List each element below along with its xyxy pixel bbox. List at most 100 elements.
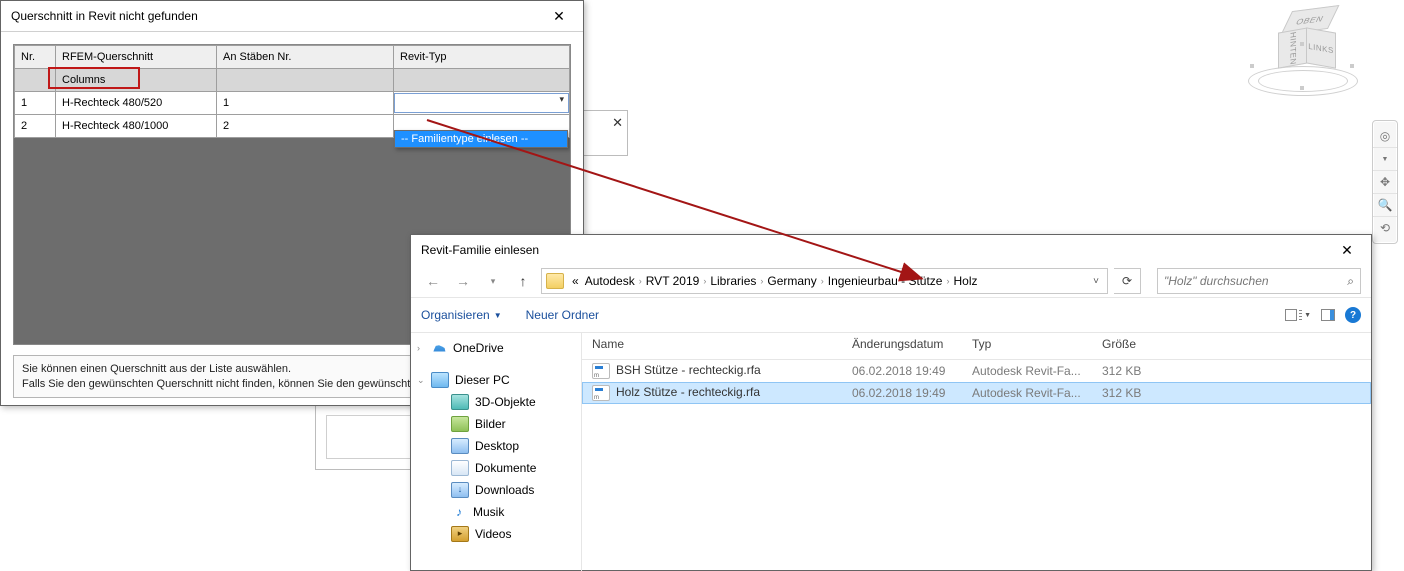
expand-icon[interactable]: ›	[417, 343, 420, 353]
steering-wheel-icon[interactable]: ◎	[1373, 125, 1397, 148]
music-icon: ♪	[451, 505, 467, 519]
viewport-toolbar: ◎ ▼ ✥ 🔍 ⟲	[1372, 120, 1398, 244]
tree-item-desktop[interactable]: Desktop	[411, 435, 581, 457]
view-mode-button[interactable]: ▼	[1285, 309, 1311, 321]
col-header-nr[interactable]: Nr.	[15, 46, 56, 69]
revit-type-select[interactable]: ▾	[394, 93, 569, 113]
tree-item-pictures[interactable]: Bilder	[411, 413, 581, 435]
tree-label: Musik	[473, 505, 504, 519]
pc-icon	[431, 372, 449, 388]
breadcrumb[interactable]: RVT 2019	[644, 274, 702, 288]
rfa-file-icon	[592, 363, 610, 379]
tree-label: Videos	[475, 527, 511, 541]
tree-item-this-pc[interactable]: ⌄ Dieser PC	[411, 369, 581, 391]
cell-nr: 2	[15, 115, 56, 138]
toolbar-chevron-icon[interactable]: ▼	[1373, 148, 1397, 171]
col-header-stab[interactable]: An Stäben Nr.	[217, 46, 394, 69]
search-input[interactable]: "Holz" durchsuchen ⌕	[1157, 268, 1361, 294]
folder-icon	[546, 273, 564, 289]
onedrive-icon	[431, 341, 447, 355]
chevron-right-icon[interactable]: ›	[703, 276, 706, 286]
breadcrumb[interactable]: «	[570, 274, 581, 288]
tree-item-onedrive[interactable]: › OneDrive	[411, 337, 581, 359]
viewcube[interactable]: OBEN HINTEN LINKS	[1248, 6, 1358, 96]
tree-item-downloads[interactable]: Downloads	[411, 479, 581, 501]
col-header-name[interactable]: Name	[582, 333, 842, 359]
address-dropdown-icon[interactable]: ˅	[1093, 276, 1103, 287]
tree-item-videos[interactable]: Videos	[411, 523, 581, 545]
orbit-icon[interactable]: ⟲	[1373, 217, 1397, 239]
tree-label: Dokumente	[475, 461, 536, 475]
chevron-right-icon[interactable]: ›	[639, 276, 642, 286]
revit-type-dropdown: -- Familientype einlesen --	[394, 130, 568, 148]
refresh-button[interactable]: ⟳	[1114, 268, 1141, 294]
chevron-down-icon: ▾	[559, 94, 568, 105]
viewcube-top[interactable]: OBEN	[1281, 5, 1340, 35]
col-header-size[interactable]: Größe	[1092, 333, 1182, 359]
desktop-icon	[451, 438, 469, 454]
tree-label: Desktop	[475, 439, 519, 453]
close-icon[interactable]: ✕	[612, 115, 623, 131]
file-date: 06.02.2018 19:49	[842, 360, 962, 382]
nav-back-button[interactable]: ←	[421, 269, 445, 293]
col-header-revit[interactable]: Revit-Typ	[394, 46, 570, 69]
tree-item-documents[interactable]: Dokumente	[411, 457, 581, 479]
breadcrumb[interactable]: Autodesk	[583, 274, 637, 288]
breadcrumb[interactable]: Ingenieurbau - Stütze	[826, 274, 945, 288]
viewcube-front[interactable]: HINTEN	[1278, 27, 1308, 68]
video-icon	[451, 526, 469, 542]
search-icon[interactable]: ⌕	[1347, 274, 1354, 289]
tree-label: Bilder	[475, 417, 506, 431]
col-header-rfem[interactable]: RFEM-Querschnitt	[56, 46, 217, 69]
chevron-right-icon[interactable]: ›	[821, 276, 824, 286]
file-row[interactable]: BSH Stütze - rechteckig.rfa 06.02.2018 1…	[582, 360, 1371, 382]
chevron-right-icon[interactable]: ›	[946, 276, 949, 286]
tree-item-3d-objects[interactable]: 3D-Objekte	[411, 391, 581, 413]
table-row[interactable]: 1 H-Rechteck 480/520 1 ▾	[15, 92, 570, 115]
organize-menu[interactable]: Organisieren▼	[421, 308, 502, 322]
col-header-type[interactable]: Typ	[962, 333, 1092, 359]
pictures-icon	[451, 416, 469, 432]
search-placeholder: "Holz" durchsuchen	[1164, 274, 1347, 288]
nav-history-chevron-icon[interactable]: ▾	[481, 269, 505, 293]
new-folder-button[interactable]: Neuer Ordner	[526, 308, 599, 322]
documents-icon	[451, 460, 469, 476]
breadcrumb[interactable]: Libraries	[708, 274, 758, 288]
tree-item-music[interactable]: ♪ Musik	[411, 501, 581, 523]
col-header-date[interactable]: Änderungsdatum	[842, 333, 962, 359]
help-button[interactable]: ?	[1345, 307, 1361, 323]
file-size: 312 KB	[1092, 382, 1182, 404]
rfa-file-icon	[592, 385, 610, 401]
expand-icon[interactable]: ⌄	[417, 375, 425, 386]
file-name: Holz Stütze - rechteckig.rfa	[616, 385, 760, 399]
chevron-down-icon: ▼	[494, 311, 502, 320]
dialog-titlebar[interactable]: Querschnitt in Revit nicht gefunden ✕	[1, 1, 583, 32]
dialog-titlebar[interactable]: Revit-Familie einlesen ✕	[411, 235, 1371, 265]
file-row[interactable]: Holz Stütze - rechteckig.rfa 06.02.2018 …	[582, 382, 1371, 404]
zoom-icon[interactable]: 🔍	[1373, 194, 1397, 217]
file-open-dialog: Revit-Familie einlesen ✕ ← → ▾ ↑ « Autod…	[410, 234, 1372, 571]
breadcrumb[interactable]: Holz	[951, 274, 979, 288]
tree-label: Dieser PC	[455, 373, 510, 387]
cell-stab: 1	[217, 92, 394, 115]
cell-rfem: H-Rechteck 480/1000	[56, 115, 217, 138]
preview-pane-button[interactable]	[1321, 309, 1335, 321]
group-row[interactable]: Columns	[15, 69, 570, 92]
file-list: Name Änderungsdatum Typ Größe BSH Stütze…	[582, 333, 1371, 571]
address-bar[interactable]: « Autodesk › RVT 2019 › Libraries › Germ…	[541, 268, 1108, 294]
pan-icon[interactable]: ✥	[1373, 171, 1397, 194]
breadcrumb[interactable]: Germany	[765, 274, 818, 288]
file-size: 312 KB	[1092, 360, 1182, 382]
close-button[interactable]: ✕	[537, 2, 581, 30]
cell-nr: 1	[15, 92, 56, 115]
dropdown-item-load-family[interactable]: -- Familientype einlesen --	[395, 131, 567, 147]
tree-label: OneDrive	[453, 341, 504, 355]
tree-label: Downloads	[475, 483, 534, 497]
chevron-right-icon[interactable]: ›	[760, 276, 763, 286]
close-button[interactable]: ✕	[1325, 236, 1369, 264]
nav-up-button[interactable]: ↑	[511, 269, 535, 293]
cube-icon	[451, 394, 469, 410]
viewcube-side[interactable]: LINKS	[1306, 27, 1336, 68]
nav-forward-button: →	[451, 269, 475, 293]
dialog-title: Querschnitt in Revit nicht gefunden	[11, 9, 537, 23]
